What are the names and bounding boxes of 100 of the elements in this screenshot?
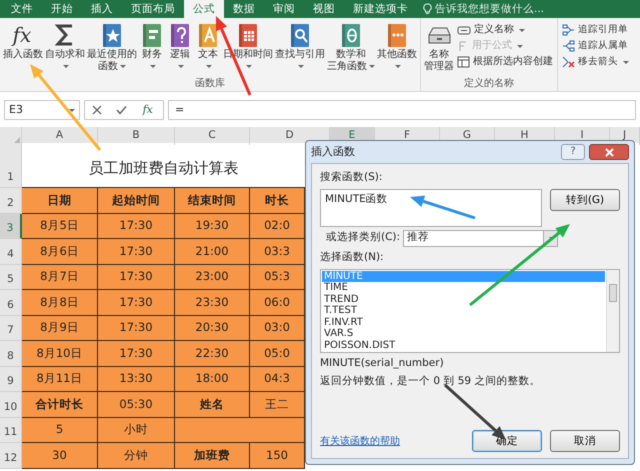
table-cell: 8月10日 bbox=[22, 341, 98, 366]
help-link[interactable]: 有关该函数的帮助 bbox=[320, 434, 400, 448]
tag-icon bbox=[457, 24, 471, 36]
name-box[interactable]: E3 bbox=[4, 100, 80, 120]
function-list-item[interactable]: TREND bbox=[322, 294, 605, 305]
name-manager-button[interactable]: 名称 管理器 bbox=[423, 20, 455, 78]
group-label: 函数库 bbox=[194, 78, 226, 91]
table-cell: 02:0 bbox=[250, 214, 305, 239]
table-cell: 结束时间 bbox=[175, 188, 250, 214]
function-symbol: fx bbox=[12, 22, 32, 48]
group-label: 定义的名称 bbox=[463, 78, 515, 91]
formula-input[interactable]: = bbox=[168, 100, 636, 120]
table-cell: 18:00 bbox=[175, 366, 250, 392]
function-category-button[interactable]: 查找与引用 bbox=[274, 20, 326, 78]
ribbon-tab[interactable]: 页面布局 bbox=[122, 0, 184, 18]
table-cell: 17:30 bbox=[98, 214, 175, 239]
row-header[interactable]: 1 bbox=[0, 143, 22, 188]
table-cell: 分钟 bbox=[98, 443, 175, 468]
row-header[interactable]: 5 bbox=[0, 264, 22, 290]
category-dropdown[interactable]: 推荐 bbox=[403, 230, 558, 247]
insert-function-button[interactable]: fx 插入函数 bbox=[2, 20, 44, 78]
function-list-item[interactable]: F.INV.RT bbox=[322, 316, 605, 328]
function-category-button[interactable]: 数学和 三角函数 bbox=[326, 20, 376, 78]
function-category-button[interactable]: 逻辑 bbox=[166, 20, 194, 78]
table-cell: 8月5日 bbox=[22, 214, 98, 239]
field-label: 搜索函数(S): bbox=[320, 170, 384, 185]
table-cell: 05:30 bbox=[98, 392, 175, 418]
row-header[interactable]: 4 bbox=[0, 239, 22, 264]
ribbon-tab[interactable]: 开始 bbox=[42, 0, 82, 18]
function-signature: MINUTE(serial_number) bbox=[320, 356, 445, 370]
table-cell: 17:30 bbox=[98, 316, 175, 341]
ribbon-tab[interactable]: 新建选项卡 bbox=[344, 0, 417, 18]
table-cell: 17:30 bbox=[98, 290, 175, 316]
insert-function-button[interactable]: fx bbox=[142, 102, 156, 118]
table-cell: 21:00 bbox=[175, 239, 250, 264]
table-cell: 8月6日 bbox=[22, 239, 98, 264]
ribbon-command[interactable]: 定义名称 bbox=[455, 22, 555, 38]
row-header[interactable]: 12 bbox=[0, 443, 22, 468]
table-cell: 23:00 bbox=[175, 264, 250, 290]
tell-me-search[interactable]: 告诉我您想要做什么... bbox=[435, 0, 544, 18]
caret-icon bbox=[69, 108, 75, 112]
scrollbar[interactable] bbox=[606, 270, 619, 352]
column-header[interactable]: B bbox=[98, 127, 175, 145]
row-header[interactable]: 11 bbox=[0, 418, 22, 443]
table-cell: 05:3 bbox=[250, 264, 305, 290]
table-cell: 8月8日 bbox=[22, 290, 98, 316]
table-cell: 8月9日 bbox=[22, 316, 98, 341]
search-field[interactable]: MINUTE函数 bbox=[320, 188, 542, 227]
row-header[interactable]: 7 bbox=[0, 316, 22, 341]
row-header[interactable]: 2 bbox=[0, 188, 22, 214]
row-header[interactable]: 10 bbox=[0, 392, 22, 418]
table-cell: 23:30 bbox=[175, 290, 250, 316]
function-list-item[interactable]: VAR.S bbox=[322, 328, 605, 340]
remove-arrows-icon bbox=[562, 56, 575, 68]
row-header[interactable]: 6 bbox=[0, 290, 22, 316]
function-category-button[interactable]: 最近使用的 函数 bbox=[86, 20, 138, 78]
table-cell: 17:30 bbox=[98, 341, 175, 366]
table-cell: 8月11日 bbox=[22, 366, 98, 392]
ribbon-command[interactable]: 追踪引用单 bbox=[560, 22, 631, 38]
function-list-item[interactable]: TIME bbox=[322, 282, 605, 294]
row-header[interactable]: 3 bbox=[0, 214, 22, 239]
table-cell: 5 bbox=[22, 418, 98, 443]
table-cell: 小时 bbox=[98, 418, 175, 443]
cancel-button[interactable]: 取消 bbox=[550, 430, 620, 452]
ribbon-tab[interactable]: 插入 bbox=[82, 0, 122, 18]
table-cell: 17:30 bbox=[98, 264, 175, 290]
table-cell: 150 bbox=[250, 443, 305, 468]
table-cell: 06:0 bbox=[250, 290, 305, 316]
table-cell: 起始时间 bbox=[98, 188, 175, 214]
ribbon-tab[interactable]: 审阅 bbox=[264, 0, 304, 18]
table-cell: 加班费 bbox=[175, 443, 250, 468]
function-category-button[interactable]: 财务 bbox=[138, 20, 166, 78]
ribbon-tab[interactable]: 文件 bbox=[2, 0, 42, 18]
formula-icon bbox=[457, 40, 469, 52]
close-button[interactable] bbox=[589, 144, 629, 160]
row-header[interactable]: 8 bbox=[0, 341, 22, 366]
table-cell: 8月7日 bbox=[22, 264, 98, 290]
field-label: 或选择类别(C): bbox=[326, 230, 400, 246]
table-cell: 日期 bbox=[22, 188, 98, 214]
ribbon-tab[interactable]: 公式 bbox=[184, 0, 224, 18]
help-button[interactable]: ? bbox=[561, 144, 585, 160]
function-category-button[interactable]: 其他函数 bbox=[376, 20, 418, 78]
table-cell: 合计时长 bbox=[22, 392, 98, 418]
function-list-item[interactable]: POISSON.DIST bbox=[322, 340, 605, 351]
function-category-button[interactable]: 自动求和 bbox=[44, 20, 86, 78]
table-cell: 03:3 bbox=[250, 239, 305, 264]
function-list-item[interactable]: T.TEST bbox=[322, 305, 605, 316]
table-cell: 19:30 bbox=[175, 214, 250, 239]
go-button[interactable]: 转到(G) bbox=[550, 188, 620, 211]
ribbon-tab[interactable]: 数据 bbox=[224, 0, 264, 18]
row-header[interactable]: 9 bbox=[0, 366, 22, 392]
column-header[interactable]: C bbox=[175, 127, 250, 145]
ribbon-tab[interactable]: 视图 bbox=[304, 0, 344, 18]
ribbon-command[interactable]: 移去箭头 bbox=[560, 54, 631, 70]
ribbon-command[interactable]: 根据所选内容创建 bbox=[455, 54, 555, 70]
close-icon bbox=[604, 148, 614, 156]
ribbon-command[interactable]: 追踪从属单 bbox=[560, 38, 631, 54]
trace-arrow-icon bbox=[562, 24, 575, 36]
function-description: 返回分钟数值，是一个 0 到 59 之间的整数。 bbox=[320, 374, 542, 390]
cancel-icon bbox=[92, 105, 102, 115]
